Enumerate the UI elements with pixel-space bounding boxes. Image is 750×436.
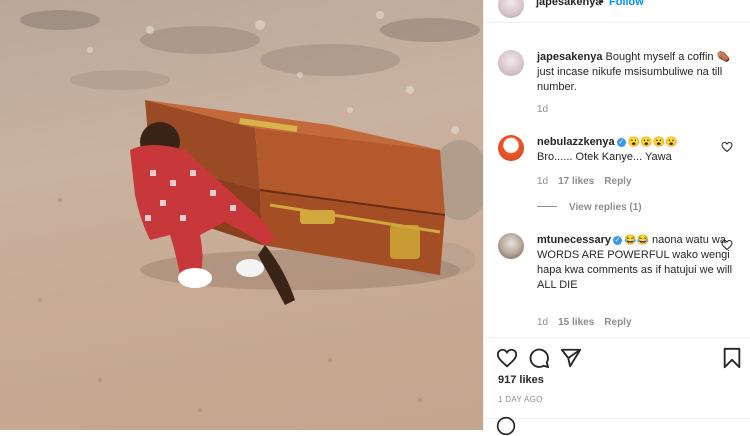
comment-likes[interactable]: 15 likes <box>558 317 594 328</box>
follow-button[interactable]: Follow <box>609 0 644 8</box>
comment-emojis: 😮😮😮😮 <box>627 137 678 148</box>
view-replies-button[interactable]: View replies (1) <box>537 202 642 213</box>
comment-meta-mtunecessary: 1d 15 likes Reply <box>537 317 632 328</box>
comment-meta-nebulazzkenya: 1d 17 likes Reply <box>537 176 632 187</box>
comment-username[interactable]: mtunecessary <box>537 234 611 246</box>
verified-badge-icon: ✓ <box>616 138 626 147</box>
comment-like-heart-icon[interactable] <box>721 141 733 153</box>
comment-mtunecessary: mtunecessary ✓ 😂😂 naona watu wa WORDS ARE … <box>537 233 737 293</box>
post-caption: japesakenya Bought myself a coffin ⚰️ ju… <box>537 50 737 95</box>
post-photo <box>0 0 483 430</box>
comment-age: 1d <box>537 176 549 187</box>
comment-icon[interactable] <box>528 347 550 369</box>
comment-nebulazzkenya: nebulazzkenya ✓ 😮😮😮😮 Bro...... Otek Kanye.… <box>537 135 737 165</box>
view-replies-line <box>537 206 557 207</box>
author-username[interactable]: japesakenya <box>536 0 601 8</box>
post-actions: 917 likes 1 DAY AGO <box>484 337 750 436</box>
coffin-photo-illustration <box>20 10 483 412</box>
header-separator: • <box>600 0 604 8</box>
caption-username[interactable]: japesakenya <box>537 51 602 63</box>
reply-button[interactable]: Reply <box>604 176 631 187</box>
verified-badge-icon: ✓ <box>613 236 622 245</box>
view-replies-label[interactable]: View replies (1) <box>569 202 642 213</box>
reply-button[interactable]: Reply <box>604 317 631 328</box>
heart-icon[interactable] <box>496 347 518 369</box>
emoji-smiley-icon[interactable] <box>496 416 516 436</box>
post-time: 1 DAY AGO <box>498 395 543 404</box>
comment-username[interactable]: nebulazzkenya <box>537 136 615 148</box>
comment-like-heart-icon[interactable] <box>721 239 733 251</box>
bookmark-icon[interactable] <box>721 347 743 369</box>
likes-count[interactable]: 917 likes <box>498 374 544 386</box>
comment-emojis: 😂😂 <box>624 235 649 246</box>
comment-text: Bro...... Otek Kanye... Yawa <box>537 151 672 163</box>
caption-avatar[interactable] <box>498 50 524 76</box>
comment-likes[interactable]: 17 likes <box>558 176 594 187</box>
comment-avatar-mtunecessary[interactable] <box>498 233 524 259</box>
author-avatar[interactable] <box>498 0 524 18</box>
paper-plane-icon[interactable] <box>560 347 582 369</box>
caption-age: 1d <box>537 104 549 115</box>
comments-panel: japesakenya • Follow japesakenya Bought … <box>483 0 750 436</box>
comment-age: 1d <box>537 317 549 328</box>
post-header: japesakenya • Follow <box>484 0 750 23</box>
comment-avatar-nebulazzkenya[interactable] <box>498 135 524 161</box>
